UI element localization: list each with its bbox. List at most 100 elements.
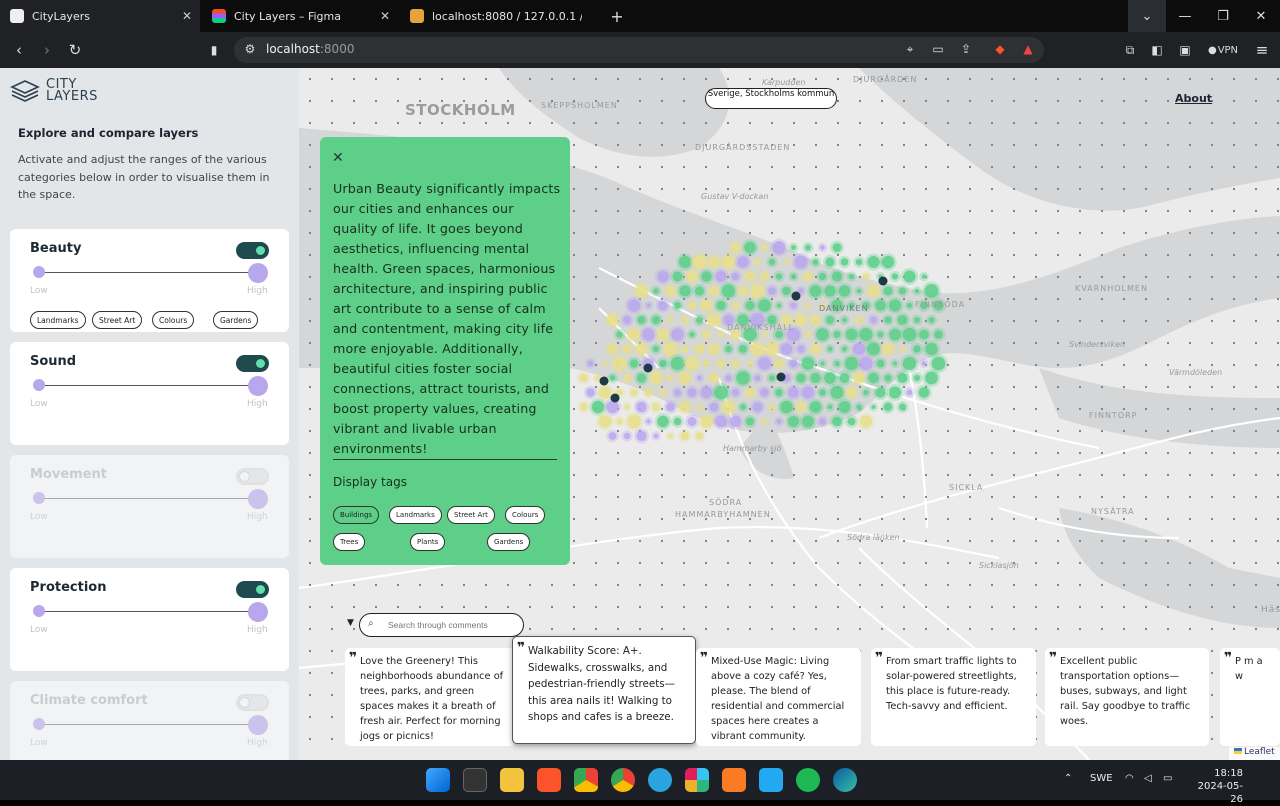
about-link[interactable]: About: [1175, 92, 1212, 105]
data-bubble[interactable]: [616, 331, 623, 338]
data-bubble[interactable]: [776, 303, 782, 308]
data-bubble[interactable]: [703, 360, 710, 367]
data-bubble[interactable]: [670, 356, 685, 371]
data-bubble[interactable]: [856, 288, 862, 294]
site-info-icon[interactable]: ⚙: [242, 42, 258, 58]
data-bubble[interactable]: [629, 359, 639, 368]
data-bubble[interactable]: [754, 259, 761, 265]
data-bubble[interactable]: [715, 415, 727, 428]
range-max-handle[interactable]: [248, 376, 268, 396]
data-bubble[interactable]: [680, 431, 690, 441]
data-bubble[interactable]: [731, 272, 740, 281]
data-bubble[interactable]: [775, 273, 783, 280]
data-bubble[interactable]: [681, 316, 689, 324]
data-bubble[interactable]: [644, 388, 653, 397]
data-bubble[interactable]: [913, 345, 921, 353]
data-bubble[interactable]: [606, 400, 619, 414]
data-bubble[interactable]: [891, 273, 899, 280]
data-bubble[interactable]: [900, 346, 905, 352]
comment-card[interactable]: ❞ P m a w: [1220, 648, 1280, 746]
data-bubble[interactable]: [780, 400, 793, 414]
data-bubble[interactable]: [702, 330, 711, 339]
data-bubble[interactable]: [606, 313, 619, 327]
data-bubble[interactable]: [673, 417, 682, 426]
data-bubble[interactable]: [868, 372, 879, 384]
back-icon[interactable]: ‹: [9, 40, 29, 60]
data-bubble[interactable]: [816, 328, 829, 341]
data-bubble[interactable]: [685, 356, 699, 371]
data-bubble[interactable]: [623, 432, 631, 440]
data-bubble[interactable]: [809, 285, 822, 297]
data-bubble[interactable]: [833, 330, 841, 339]
data-bubble[interactable]: [731, 388, 740, 397]
data-bubble[interactable]: [636, 401, 647, 413]
close-icon[interactable]: ✕: [332, 150, 344, 166]
data-bubble[interactable]: [708, 343, 720, 355]
data-bubble[interactable]: [627, 328, 641, 341]
display-tag-landmarks[interactable]: Landmarks: [389, 506, 442, 524]
data-bubble[interactable]: [598, 386, 612, 399]
data-bubble[interactable]: [855, 316, 863, 324]
address-bar[interactable]: ⚙ localhost:8000 ⌖ ▭ ⇪ ◆ ▲: [234, 37, 1044, 63]
data-bubble[interactable]: [732, 302, 739, 309]
edge-icon[interactable]: [833, 768, 857, 792]
share-icon[interactable]: ⇪: [958, 42, 974, 58]
close-tab-icon[interactable]: ✕: [380, 9, 390, 23]
data-bubble[interactable]: [877, 331, 884, 338]
data-bubble[interactable]: [888, 386, 902, 399]
data-bubble[interactable]: [774, 359, 784, 368]
data-bubble[interactable]: [607, 344, 618, 354]
leaflet-attribution[interactable]: Leaflet: [1229, 747, 1280, 760]
data-bubble[interactable]: [888, 299, 902, 312]
windows-start-icon[interactable]: [426, 768, 450, 792]
menu-icon[interactable]: ≡: [1252, 40, 1272, 60]
data-bubble[interactable]: [738, 344, 748, 354]
range-min-handle[interactable]: [33, 266, 45, 278]
data-bubble[interactable]: [738, 286, 748, 296]
volume-icon[interactable]: ◁: [1144, 773, 1152, 784]
data-bubble[interactable]: [651, 315, 661, 325]
data-bubble[interactable]: [863, 389, 869, 396]
tray-overflow-icon[interactable]: ⌃: [1064, 773, 1072, 784]
comment-search-input[interactable]: [388, 618, 518, 632]
data-bubble[interactable]: [824, 285, 836, 297]
data-bubble[interactable]: [747, 361, 753, 366]
data-bubble[interactable]: [760, 272, 769, 281]
layer-toggle[interactable]: [236, 694, 269, 711]
data-bubble[interactable]: [745, 387, 755, 398]
xampp-icon[interactable]: [722, 768, 746, 792]
data-bubble[interactable]: [700, 415, 713, 428]
maximize-icon[interactable]: ❐: [1204, 0, 1242, 32]
data-bubble[interactable]: [780, 343, 793, 355]
data-bubble[interactable]: [875, 387, 886, 398]
data-bubble[interactable]: [652, 403, 660, 411]
range-min-handle[interactable]: [33, 605, 45, 617]
data-bubble[interactable]: [928, 317, 935, 323]
data-bubble[interactable]: [931, 356, 946, 371]
data-bubble[interactable]: [809, 401, 822, 413]
data-bubble[interactable]: [842, 317, 847, 323]
tag-gardens[interactable]: Gardens: [213, 311, 259, 329]
data-bubble[interactable]: [630, 389, 638, 396]
display-tag-buildings[interactable]: Buildings: [333, 506, 380, 524]
vscode-icon[interactable]: [759, 768, 783, 792]
data-bubble[interactable]: [848, 273, 855, 280]
data-bubble[interactable]: [657, 415, 669, 428]
data-bubble[interactable]: [658, 300, 668, 311]
data-bubble[interactable]: [921, 361, 927, 366]
data-bubble[interactable]: [672, 271, 683, 282]
data-bubble[interactable]: [801, 357, 815, 370]
range-max-handle[interactable]: [248, 602, 268, 622]
data-bubble[interactable]: [768, 258, 776, 266]
data-bubble[interactable]: [838, 285, 851, 297]
data-bubble[interactable]: [729, 415, 742, 428]
data-bubble[interactable]: [586, 388, 595, 397]
display-tag-trees[interactable]: Trees: [333, 533, 366, 551]
forward-icon[interactable]: ›: [37, 40, 57, 60]
data-bubble[interactable]: [627, 414, 641, 429]
data-bubble[interactable]: [694, 344, 705, 354]
data-bubble[interactable]: [679, 401, 691, 413]
chrome-dev-icon[interactable]: [574, 768, 598, 792]
layer-toggle[interactable]: [236, 355, 269, 372]
data-bubble[interactable]: [663, 342, 678, 356]
